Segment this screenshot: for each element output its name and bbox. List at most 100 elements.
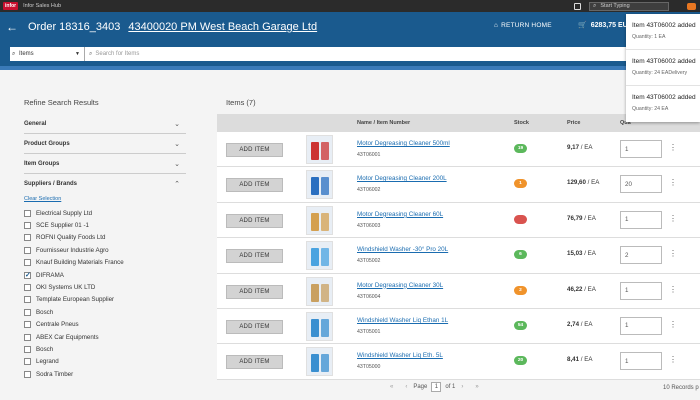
more-icon[interactable]: ⋮	[669, 178, 677, 187]
add-item-button[interactable]: ADD ITEM	[226, 249, 283, 264]
back-arrow-icon[interactable]: ←	[6, 20, 18, 34]
facet-item-groups[interactable]: Item Groups ⌄	[24, 154, 186, 174]
add-item-button[interactable]: ADD ITEM	[226, 284, 283, 299]
refine-title: Refine Search Results	[24, 98, 99, 107]
brand-filter-item[interactable]: Bosch	[24, 343, 194, 355]
window-icon[interactable]	[574, 2, 581, 10]
more-icon[interactable]: ⋮	[669, 249, 677, 258]
item-search-input[interactable]: ⌕ Search for Items	[85, 47, 690, 61]
brand-checkbox[interactable]	[24, 333, 31, 341]
brand-checkbox[interactable]	[24, 321, 31, 329]
add-item-button[interactable]: ADD ITEM	[226, 143, 283, 157]
add-item-button[interactable]: ADD ITEM	[226, 213, 283, 228]
quantity-input[interactable]: 20	[620, 175, 662, 194]
brand-filter-item[interactable]: SCE Supplier 01 -1	[24, 219, 194, 231]
more-icon[interactable]: ⋮	[669, 143, 677, 152]
brand-checkbox[interactable]	[24, 296, 31, 304]
toast-title: Item 43T06002 added	[632, 22, 696, 29]
brand-filter-item[interactable]: Knauf Building Materials France	[24, 257, 194, 269]
facet-product-groups[interactable]: Product Groups ⌄	[24, 134, 186, 154]
brand-checkbox[interactable]	[24, 345, 31, 353]
facet-general[interactable]: General ⌄	[24, 114, 186, 134]
product-name-link[interactable]: Windshield Washer -30° Pro 20L	[357, 246, 448, 253]
page-input[interactable]: 1	[431, 382, 442, 392]
product-name-link[interactable]: Motor Degreasing Cleaner 30L	[357, 282, 443, 289]
quantity-input[interactable]: 2	[620, 246, 662, 265]
price-unit: / EA	[584, 214, 596, 222]
quantity-input[interactable]: 1	[620, 140, 662, 158]
price-value: 9,17	[567, 144, 580, 151]
stock-badge	[514, 214, 527, 224]
product-image	[306, 241, 333, 271]
quantity-input[interactable]: 1	[620, 210, 662, 229]
chat-icon[interactable]	[687, 2, 696, 10]
brand-checkbox[interactable]	[24, 308, 31, 316]
return-home-button[interactable]: ⌂ RETURN HOME	[494, 22, 552, 29]
product-image	[306, 205, 333, 235]
global-search-input[interactable]: ⌕ Start Typing	[589, 1, 669, 11]
clear-selection-link[interactable]: Clear Selection	[24, 196, 61, 202]
add-item-button[interactable]: ADD ITEM	[226, 355, 283, 370]
price-value: 76,79	[567, 214, 583, 222]
product-image	[306, 135, 333, 164]
brand-checkbox[interactable]	[24, 259, 31, 267]
product-name-link[interactable]: Windshield Washer Liq Ethan 1L	[357, 317, 448, 324]
add-item-button[interactable]: ADD ITEM	[226, 319, 283, 334]
brand-filter-item[interactable]: Legrand	[24, 356, 194, 368]
brand-checkbox[interactable]	[24, 358, 31, 366]
brand-filter-item[interactable]: Template European Supplier	[24, 294, 194, 306]
brand-filter-item[interactable]: Electrical Supply Ltd	[24, 207, 194, 219]
col-price: Price	[567, 120, 581, 126]
item-number: 43T06001	[357, 152, 381, 158]
brand-checkbox[interactable]	[24, 222, 31, 230]
brand-checkbox[interactable]	[24, 370, 31, 378]
product-image	[306, 170, 333, 200]
more-icon[interactable]: ⋮	[669, 214, 677, 223]
brand-checkbox[interactable]	[24, 209, 31, 217]
product-name-link[interactable]: Motor Degreasing Cleaner 60L	[357, 211, 443, 218]
more-icon[interactable]: ⋮	[669, 320, 677, 329]
brand-filter-item[interactable]: Fournisseur Industrie Agro	[24, 244, 194, 256]
product-name-link[interactable]: Windshield Washer Liq Eth. 5L	[357, 352, 443, 359]
last-page-icon[interactable]: »	[475, 384, 478, 390]
product-name-link[interactable]: Motor Degreasing Cleaner 500ml	[357, 140, 450, 147]
app-name: Infor Sales Hub	[23, 3, 62, 9]
more-icon[interactable]: ⋮	[669, 355, 677, 364]
quantity-input[interactable]: 1	[620, 316, 662, 335]
quantity-input[interactable]: 1	[620, 281, 662, 300]
next-page-icon[interactable]: ›	[461, 384, 463, 390]
brand-filter-item[interactable]: DIFRAMA	[24, 269, 194, 281]
brand-filter-item[interactable]: Centrale Pneus	[24, 319, 194, 331]
add-item-button[interactable]: ADD ITEM	[226, 178, 283, 193]
product-name-link[interactable]: Motor Degreasing Cleaner 200L	[357, 175, 447, 182]
customer-link[interactable]: 43400020 PM West Beach Garage Ltd	[128, 21, 317, 33]
brand-filter-item[interactable]: Sodra Timber	[24, 368, 194, 380]
brand-checkbox[interactable]	[24, 246, 31, 254]
first-page-icon[interactable]: «	[390, 384, 393, 390]
brand-filter-item[interactable]: OKI Systems UK LTD	[24, 281, 194, 293]
cart-button[interactable]: 🛒 6283,75 EUR	[578, 21, 633, 29]
price-value: 2,74	[567, 320, 580, 328]
notification-toast[interactable]: Item 43T06002 added Quantity: 24 EADeliv…	[626, 50, 700, 86]
notification-toast[interactable]: Item 43T06002 added Quantity: 1 EA	[626, 14, 700, 50]
toast-detail: Quantity: 1 EA	[632, 34, 666, 40]
brand-filter-item[interactable]: ABEX Car Equipments	[24, 331, 194, 343]
brand-filter-item[interactable]: ROFNI Quality Foods Ltd	[24, 232, 194, 244]
brand-checkbox[interactable]	[24, 234, 31, 242]
notification-toast[interactable]: Item 43T06002 added Quantity: 24 EA	[626, 86, 700, 122]
records-per-page[interactable]: 10 Records p	[663, 385, 699, 391]
search-scope-select[interactable]: ⌕ Items ▼	[10, 47, 85, 61]
facet-suppliers-brands[interactable]: Suppliers / Brands ⌃	[24, 174, 186, 194]
brand-label: Knauf Building Materials France	[36, 259, 124, 267]
table-row: ADD ITEM Windshield Washer Liq Eth. 5L 43T…	[217, 344, 700, 380]
brand-checkbox[interactable]	[24, 284, 31, 292]
brand-filter-item[interactable]: Bosch	[24, 306, 194, 318]
item-number: 43T05002	[357, 258, 381, 265]
prev-page-icon[interactable]: ‹	[405, 384, 407, 390]
brand-checkbox[interactable]	[24, 271, 31, 279]
more-icon[interactable]: ⋮	[669, 285, 677, 294]
brand-label: Sodra Timber	[36, 370, 74, 378]
toast-title: Item 43T06002 added	[632, 58, 696, 65]
stock-badge: 54	[514, 320, 527, 330]
quantity-input[interactable]: 1	[620, 352, 662, 371]
